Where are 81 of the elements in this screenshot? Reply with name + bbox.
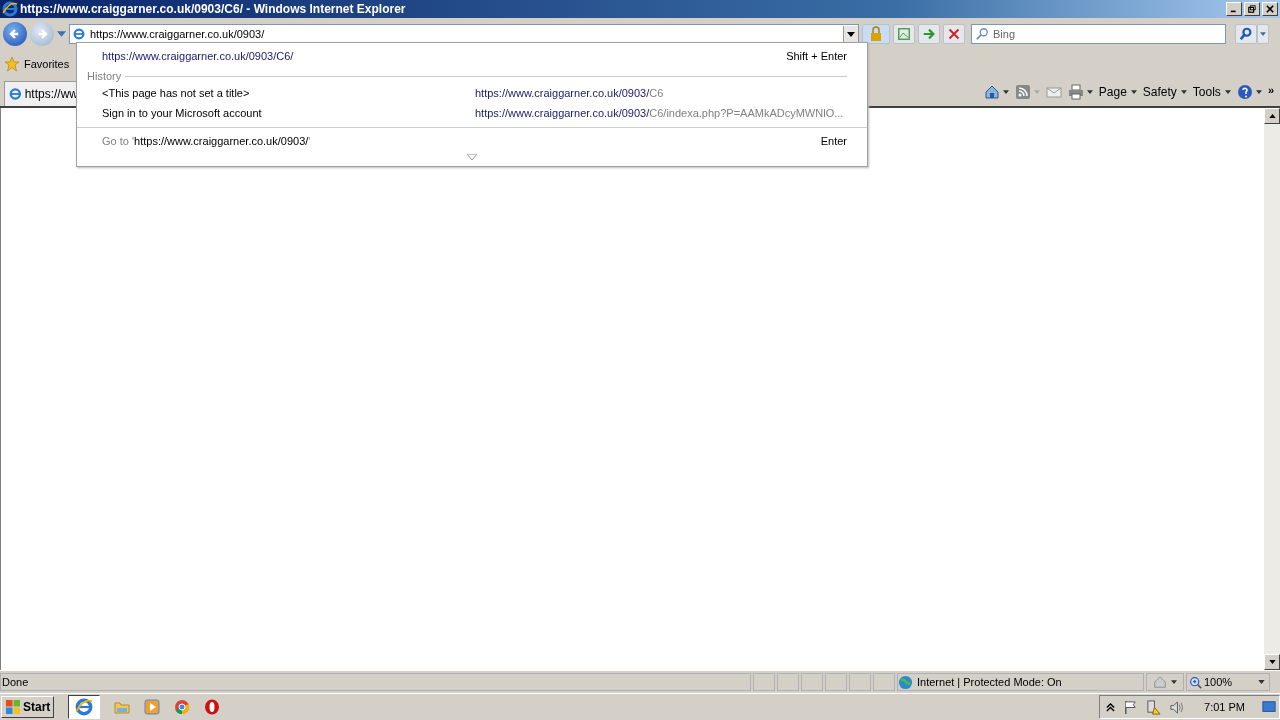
page-image-icon xyxy=(897,27,911,41)
clock[interactable]: 7:01 PM xyxy=(1204,701,1245,713)
status-pane xyxy=(873,673,895,691)
favorites-button[interactable]: Favorites xyxy=(4,56,70,72)
search-icon xyxy=(1239,27,1253,41)
compatibility-button[interactable] xyxy=(893,24,915,44)
zoom-icon xyxy=(1189,675,1202,689)
caret-icon xyxy=(1260,32,1266,36)
caret-icon xyxy=(847,31,855,37)
caret-icon xyxy=(1171,680,1177,684)
status-pane xyxy=(777,673,799,691)
close-button[interactable] xyxy=(1262,2,1278,16)
caret-icon[interactable] xyxy=(1255,90,1262,94)
menu-button[interactable]: Tools xyxy=(1192,85,1231,99)
status-pane xyxy=(849,673,871,691)
star-icon xyxy=(4,56,20,72)
printer-icon[interactable] xyxy=(1067,84,1084,100)
scrollbar[interactable] xyxy=(1264,108,1280,670)
globe-icon xyxy=(898,674,913,690)
right-arrow-icon xyxy=(922,27,936,41)
browser-logo-icon xyxy=(2,1,18,17)
windows-logo-icon xyxy=(5,699,21,715)
section-label: History xyxy=(87,70,122,82)
close-icon xyxy=(948,28,960,40)
caret-icon[interactable] xyxy=(1002,90,1009,94)
taskbar-button[interactable] xyxy=(68,695,101,719)
status-pane xyxy=(825,673,847,691)
status-text: Done xyxy=(0,673,751,691)
dropdown-button[interactable] xyxy=(843,26,858,42)
expand-icon[interactable] xyxy=(467,154,477,160)
more-button[interactable]: » xyxy=(1267,84,1274,96)
page-icon xyxy=(72,27,86,41)
window-title: https://www.craiggarner.co.uk/0903/C6/ - Windows Internet Explorer xyxy=(20,2,406,16)
go-to-item[interactable]: Go to 'https://www.craiggarner.co.uk/0903/' Enter xyxy=(77,128,867,154)
menu-button[interactable]: Page xyxy=(1098,85,1137,99)
caret-icon xyxy=(1258,680,1265,684)
show-desktop-icon[interactable] xyxy=(1261,700,1277,714)
media-player-icon[interactable] xyxy=(144,699,161,715)
status-pane xyxy=(753,673,775,691)
restore-button[interactable] xyxy=(1244,2,1260,16)
help-icon[interactable] xyxy=(1236,84,1253,100)
opera-icon[interactable] xyxy=(204,699,221,715)
back-button[interactable] xyxy=(3,22,27,46)
caret-icon xyxy=(1180,90,1187,94)
feed-icon[interactable] xyxy=(1014,84,1031,100)
caret-icon[interactable] xyxy=(1086,90,1093,94)
chrome-icon[interactable] xyxy=(174,699,191,715)
show-hidden-icon[interactable] xyxy=(1106,702,1116,712)
minimize-button[interactable] xyxy=(1226,2,1242,16)
stop-button[interactable] xyxy=(943,24,965,44)
zoom-button[interactable]: 100% xyxy=(1186,673,1270,691)
start-button[interactable]: Start xyxy=(1,696,55,718)
history-title[interactable]: Sign in to your Microsoft account xyxy=(102,107,475,119)
suggestion-item[interactable]: https://www.craiggarner.co.uk/0903/C6/ Shift + Enter xyxy=(77,43,867,69)
network-icon[interactable] xyxy=(1146,699,1162,715)
history-title[interactable]: <This page has not set a title> xyxy=(102,87,475,99)
restore-icon xyxy=(1248,5,1256,13)
search-button[interactable] xyxy=(1235,24,1257,44)
go-button[interactable] xyxy=(918,24,940,44)
lock-icon xyxy=(868,26,884,42)
caret-icon xyxy=(1224,90,1231,94)
house-icon xyxy=(1153,675,1167,689)
up-arrow-icon[interactable] xyxy=(1268,114,1276,118)
flag-icon[interactable] xyxy=(1123,699,1139,715)
browser-tab[interactable]: https://ww xyxy=(4,81,79,106)
speaker-icon[interactable] xyxy=(1169,699,1185,715)
address-bar[interactable]: https://www.craiggarner.co.uk/0903/ xyxy=(69,24,859,44)
search-box[interactable]: Bing xyxy=(971,24,1226,44)
search-icon xyxy=(975,27,989,41)
close-icon xyxy=(1266,5,1274,13)
history-url[interactable]: https://www.craiggarner.co.uk/0903/C6/indexa.php?P=AAMkADcyMWNlO... xyxy=(475,107,844,119)
security-zone[interactable]: Internet | Protected Mode: On xyxy=(897,673,1144,691)
page-icon xyxy=(8,86,23,102)
caret-icon xyxy=(1130,90,1137,94)
status-pane xyxy=(801,673,823,691)
home-icon[interactable] xyxy=(983,84,1000,100)
menu-button[interactable]: Safety xyxy=(1142,85,1187,99)
history-url[interactable]: https://www.craiggarner.co.uk/0903/C6 xyxy=(475,87,664,99)
browser-logo-icon xyxy=(75,698,94,716)
search-options-button[interactable] xyxy=(1257,24,1269,44)
down-arrow-icon[interactable] xyxy=(1268,660,1276,664)
